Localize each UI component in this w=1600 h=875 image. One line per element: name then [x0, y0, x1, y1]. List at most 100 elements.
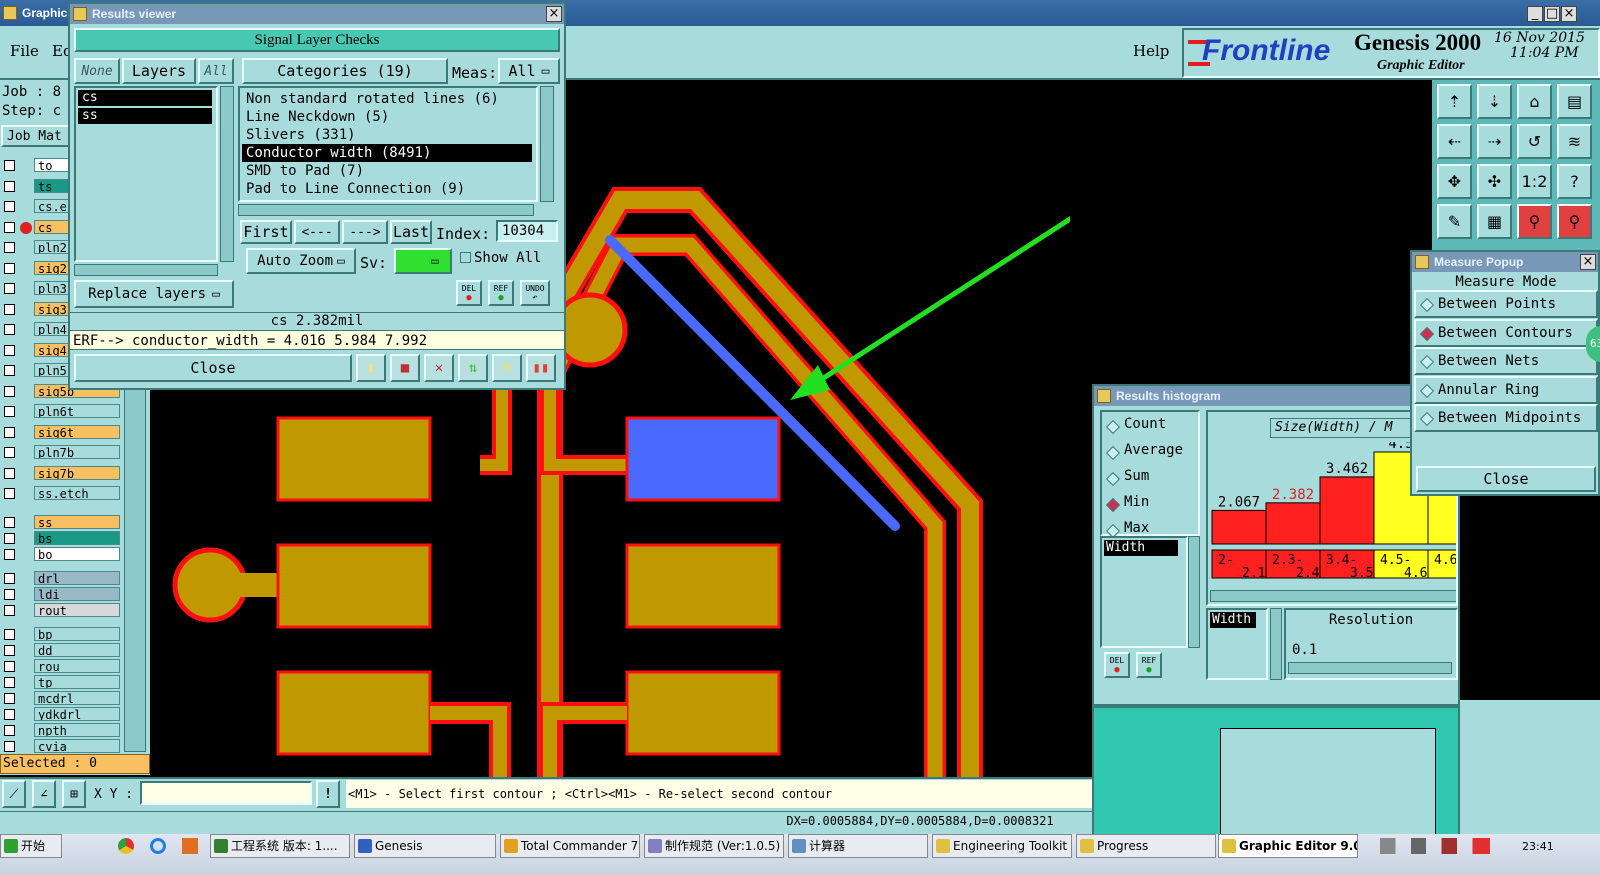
layer-checkbox[interactable] — [4, 447, 15, 458]
measure-mode-radio[interactable] — [1419, 411, 1435, 427]
notes-icon[interactable]: ≡ — [492, 354, 522, 382]
layer-row[interactable]: npth — [2, 722, 120, 738]
layer-row[interactable]: ydkdrl — [2, 706, 120, 722]
resolution-slider[interactable] — [1288, 662, 1452, 674]
layer-row[interactable]: cvia — [2, 738, 120, 754]
resolution-scroll[interactable] — [1270, 608, 1282, 680]
histogram-icon[interactable]: ▮▮ — [526, 354, 556, 382]
xy-input[interactable] — [140, 781, 312, 805]
first-button[interactable]: First — [240, 220, 292, 244]
layer-checkbox[interactable] — [4, 588, 15, 600]
layer-checkbox[interactable] — [4, 365, 15, 376]
layers-all-button[interactable]: All — [198, 58, 234, 84]
measure-close-button[interactable]: Close — [1416, 466, 1596, 492]
histogram-ref-button[interactable]: REF ● — [1136, 652, 1162, 678]
layer-row[interactable]: rout — [2, 602, 120, 618]
layer-checkbox[interactable] — [4, 201, 15, 212]
ref-button[interactable]: REF ● — [488, 280, 514, 306]
layer-checkbox[interactable] — [4, 262, 15, 274]
category-item[interactable]: Line Neckdown (5) — [242, 108, 532, 126]
measure-mode-option[interactable]: Between Points — [1414, 290, 1598, 318]
histogram-bar[interactable] — [1211, 509, 1267, 545]
layer-checkbox[interactable] — [4, 242, 15, 253]
layer-row[interactable]: ss.etch — [2, 486, 120, 501]
scale-icon[interactable]: 1:2 — [1517, 164, 1552, 199]
person-icon[interactable]: ▮ — [356, 354, 386, 382]
minimize-button[interactable]: _ — [1527, 6, 1543, 22]
measure-mode-option[interactable]: Annular Ring — [1414, 375, 1598, 404]
mirror-icon[interactable]: ≋ — [1557, 124, 1592, 159]
measure-mode-option[interactable]: Between Nets — [1414, 347, 1598, 375]
histogram-bar[interactable] — [1265, 502, 1321, 545]
prev-button[interactable]: <--- — [294, 220, 340, 244]
layer-row[interactable]: ldi — [2, 586, 120, 602]
severity-select[interactable]: ▭ — [394, 248, 452, 274]
layer-checkbox[interactable] — [4, 708, 15, 720]
move-left-icon[interactable]: ⇠ — [1437, 124, 1472, 159]
taskbar-item[interactable]: 制作规范 (Ver:1.0.5) — [644, 834, 784, 858]
layer-checkbox[interactable] — [4, 385, 15, 397]
layer-checkbox[interactable] — [4, 548, 15, 560]
taskbar-item[interactable]: Engineering Toolkit 9.... — [932, 834, 1072, 858]
rotate-icon[interactable]: ↺ — [1517, 124, 1552, 159]
categories-button[interactable]: Categories (19) — [242, 58, 448, 84]
undo-button[interactable]: UNDO ↶ — [520, 280, 550, 306]
layer-row[interactable]: drl — [2, 570, 120, 586]
layer-row[interactable]: dd — [2, 642, 120, 658]
chart-hscroll[interactable] — [1210, 590, 1456, 602]
layer-checkbox[interactable] — [4, 221, 15, 233]
job-matrix-button[interactable]: Job Mat — [1, 125, 71, 147]
start-button[interactable]: 开始 — [0, 834, 62, 858]
layer-list-scrollbar[interactable] — [220, 86, 234, 262]
menu-file[interactable]: File — [10, 42, 39, 60]
app-icon[interactable] — [182, 838, 198, 854]
chrome-icon[interactable] — [118, 838, 134, 854]
measure-mode-radio[interactable] — [1419, 326, 1435, 341]
step-icon[interactable]: ⇅ — [458, 354, 488, 382]
taskbar-item[interactable]: 计算器 — [788, 834, 928, 858]
layer-list-hscroll[interactable] — [74, 264, 218, 276]
snap-icon[interactable]: ⟋ — [2, 780, 26, 808]
category-item[interactable]: SMD to Pad (7) — [242, 162, 532, 180]
net-alt-icon[interactable]: ⚲ — [1557, 204, 1592, 239]
menu-help[interactable]: Help — [1133, 42, 1169, 60]
taskbar-item[interactable]: 工程系统 版本: 1.... — [210, 834, 350, 858]
layer-checkbox[interactable] — [4, 488, 15, 499]
layer-row[interactable]: ss — [2, 514, 120, 530]
pan-icon[interactable]: ✣ — [1477, 164, 1512, 199]
layer-checkbox[interactable] — [4, 724, 15, 736]
move-down-icon[interactable]: ⇣ — [1477, 84, 1512, 119]
layer-checkbox[interactable] — [4, 406, 15, 417]
category-item[interactable]: Slivers (331) — [242, 126, 532, 144]
results-layer-item[interactable]: cs — [78, 90, 212, 106]
histogram-option-radio[interactable] — [1105, 445, 1121, 461]
layer-checkbox[interactable] — [4, 604, 15, 616]
replace-layers-select[interactable]: Replace layers ▭ — [74, 280, 234, 308]
layer-row[interactable]: bs — [2, 530, 120, 546]
layer-checkbox[interactable] — [4, 283, 15, 294]
main-close-button[interactable]: × — [1561, 6, 1577, 22]
layer-checkbox[interactable] — [4, 324, 15, 335]
results-close-button[interactable]: Close — [74, 354, 352, 382]
auto-zoom-select[interactable]: Auto Zoom ▭ — [246, 248, 356, 274]
layer-checkbox[interactable] — [4, 467, 15, 479]
move-up-icon[interactable]: ⇡ — [1437, 84, 1472, 119]
layer-row[interactable]: bo — [2, 546, 120, 562]
layer-checkbox[interactable] — [4, 532, 15, 544]
layer-row[interactable]: sig6t — [2, 424, 120, 440]
del-button[interactable]: DEL ● — [456, 280, 482, 306]
home-icon[interactable]: ⌂ — [1517, 84, 1552, 119]
layers-none-button[interactable]: None — [74, 58, 120, 84]
layer-checkbox[interactable] — [4, 180, 15, 192]
angle-icon[interactable]: ∠ — [32, 780, 56, 808]
edit-icon[interactable]: ✎ — [1437, 204, 1472, 239]
taskbar-item[interactable]: Progress — [1076, 834, 1216, 858]
category-item[interactable]: Conductor width (8491) — [242, 144, 532, 162]
layer-row[interactable]: bp — [2, 626, 120, 642]
results-close-x[interactable]: × — [546, 6, 562, 22]
maximize-button[interactable]: □ — [1544, 6, 1560, 22]
measure-mode-option[interactable]: Between Contours — [1414, 318, 1598, 347]
histogram-option-radio[interactable] — [1105, 497, 1121, 513]
last-button[interactable]: Last — [390, 220, 432, 244]
next-button[interactable]: ---> — [342, 220, 388, 244]
